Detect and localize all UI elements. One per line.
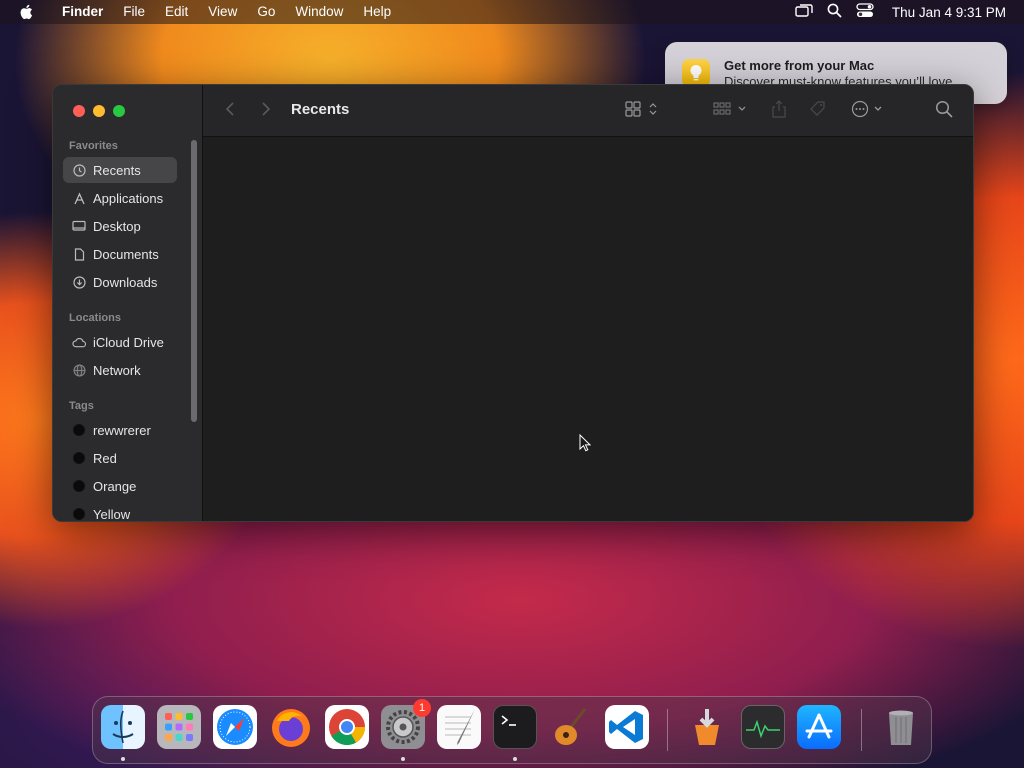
dock-launchpad-icon[interactable] — [157, 705, 201, 749]
clock-icon — [72, 163, 86, 177]
sidebar-item-label: Yellow — [93, 506, 131, 522]
dock-running-indicator — [121, 757, 125, 761]
screen-mirroring-icon[interactable] — [795, 3, 813, 21]
dock-garageband-icon[interactable] — [549, 705, 593, 749]
dock-system-settings-icon[interactable]: 1 — [381, 699, 431, 749]
sidebar-item-tag-red[interactable]: Red — [63, 445, 177, 471]
close-button[interactable] — [73, 105, 85, 117]
dock-chrome-icon[interactable] — [325, 705, 369, 749]
dock-trash-icon[interactable] — [879, 705, 923, 749]
tag-icon[interactable] — [809, 100, 827, 123]
group-by-icon[interactable] — [713, 100, 749, 123]
dock-vscode-icon[interactable] — [605, 705, 649, 749]
control-center-icon[interactable] — [856, 3, 874, 21]
tag-dot-icon — [72, 507, 86, 521]
sidebar-item-recents[interactable]: Recents — [63, 157, 177, 183]
menu-view[interactable]: View — [198, 0, 247, 24]
dock-activity-monitor-icon[interactable] — [741, 705, 785, 749]
sidebar-item-applications[interactable]: Applications — [63, 185, 177, 211]
desktop-icon — [72, 219, 86, 233]
sidebar-item-downloads[interactable]: Downloads — [63, 269, 177, 295]
tag-dot-icon — [72, 423, 86, 437]
notification-title: Get more from your Mac — [724, 57, 875, 73]
sidebar-section-favorites: Favorites — [69, 140, 118, 152]
sidebar-item-tag-orange[interactable]: Orange — [63, 473, 177, 499]
window-title: Recents — [291, 101, 350, 118]
menu-go[interactable]: Go — [247, 0, 285, 24]
window-controls — [73, 105, 125, 117]
more-actions-icon[interactable] — [851, 100, 887, 123]
dock-running-indicator — [513, 757, 517, 761]
download-icon — [72, 275, 86, 289]
forward-chevron-icon[interactable] — [261, 101, 271, 122]
menu-help[interactable]: Help — [353, 0, 401, 24]
dock: 1 — [92, 696, 932, 764]
sidebar-item-label: Documents — [93, 246, 159, 262]
tag-dot-icon — [72, 451, 86, 465]
dock-separator — [861, 709, 862, 751]
sidebar-item-label: Network — [93, 362, 141, 378]
mouse-cursor-icon — [579, 433, 592, 457]
sidebar-item-label: Red — [93, 450, 117, 466]
view-grid-icon[interactable] — [625, 100, 661, 123]
sidebar-item-label: Orange — [93, 478, 137, 494]
finder-content-area[interactable] — [203, 137, 973, 521]
apple-menu-icon[interactable] — [0, 4, 52, 20]
dock-firefox-icon[interactable] — [269, 705, 313, 749]
sidebar-item-tag-yellow[interactable]: Yellow — [63, 501, 177, 522]
spotlight-search-icon[interactable] — [827, 3, 842, 21]
zoom-button[interactable] — [113, 105, 125, 117]
sidebar-item-label: rewwrerer — [93, 422, 151, 438]
sidebar-item-icloud-drive[interactable]: iCloud Drive — [63, 329, 177, 355]
sidebar-item-label: Applications — [93, 190, 164, 206]
dock-app-store-icon[interactable] — [797, 705, 841, 749]
tag-dot-icon — [72, 479, 86, 493]
sidebar-item-label: Downloads — [93, 274, 158, 290]
search-icon[interactable] — [935, 100, 953, 123]
menu-bar-clock[interactable]: Thu Jan 4 9:31 PM — [892, 5, 1006, 20]
sidebar-item-label: iCloud Drive — [93, 334, 164, 350]
sidebar-item-network[interactable]: Network — [63, 357, 177, 383]
document-icon — [72, 247, 86, 261]
dock-terminal-icon[interactable] — [493, 705, 537, 749]
sidebar-item-documents[interactable]: Documents — [63, 241, 177, 267]
menu-edit[interactable]: Edit — [155, 0, 198, 24]
sidebar-section-tags: Tags — [69, 400, 94, 412]
menu-file[interactable]: File — [113, 0, 155, 24]
finder-sidebar: Favorites Recents Applications Desktop D… — [53, 85, 203, 521]
back-chevron-icon[interactable] — [225, 101, 235, 122]
minimize-button[interactable] — [93, 105, 105, 117]
sidebar-section-locations: Locations — [69, 312, 121, 324]
dock-textedit-icon[interactable] — [437, 705, 481, 749]
sidebar-scrollbar[interactable] — [191, 140, 197, 422]
sidebar-item-desktop[interactable]: Desktop — [63, 213, 177, 239]
dock-running-indicator — [401, 757, 405, 761]
applications-icon — [72, 191, 86, 205]
finder-toolbar: Recents — [203, 85, 973, 137]
notification-badge: 1 — [413, 699, 431, 717]
tips-lightbulb-icon — [682, 59, 710, 87]
dock-safari-icon[interactable] — [213, 705, 257, 749]
menu-app-name[interactable]: Finder — [52, 0, 113, 24]
dock-installer-icon[interactable] — [685, 705, 729, 749]
finder-window: Favorites Recents Applications Desktop D… — [52, 84, 974, 522]
globe-icon — [72, 363, 86, 377]
sidebar-item-tag-rewwrerer[interactable]: rewwrerer — [63, 417, 177, 443]
sidebar-item-label: Desktop — [93, 218, 141, 234]
sidebar-item-label: Recents — [93, 162, 141, 178]
dock-finder-icon[interactable] — [101, 705, 145, 749]
cloud-icon — [72, 335, 86, 349]
dock-separator — [667, 709, 668, 751]
share-icon[interactable] — [771, 100, 787, 123]
menu-window[interactable]: Window — [285, 0, 353, 24]
menu-bar: Finder File Edit View Go Window Help Thu… — [0, 0, 1024, 24]
